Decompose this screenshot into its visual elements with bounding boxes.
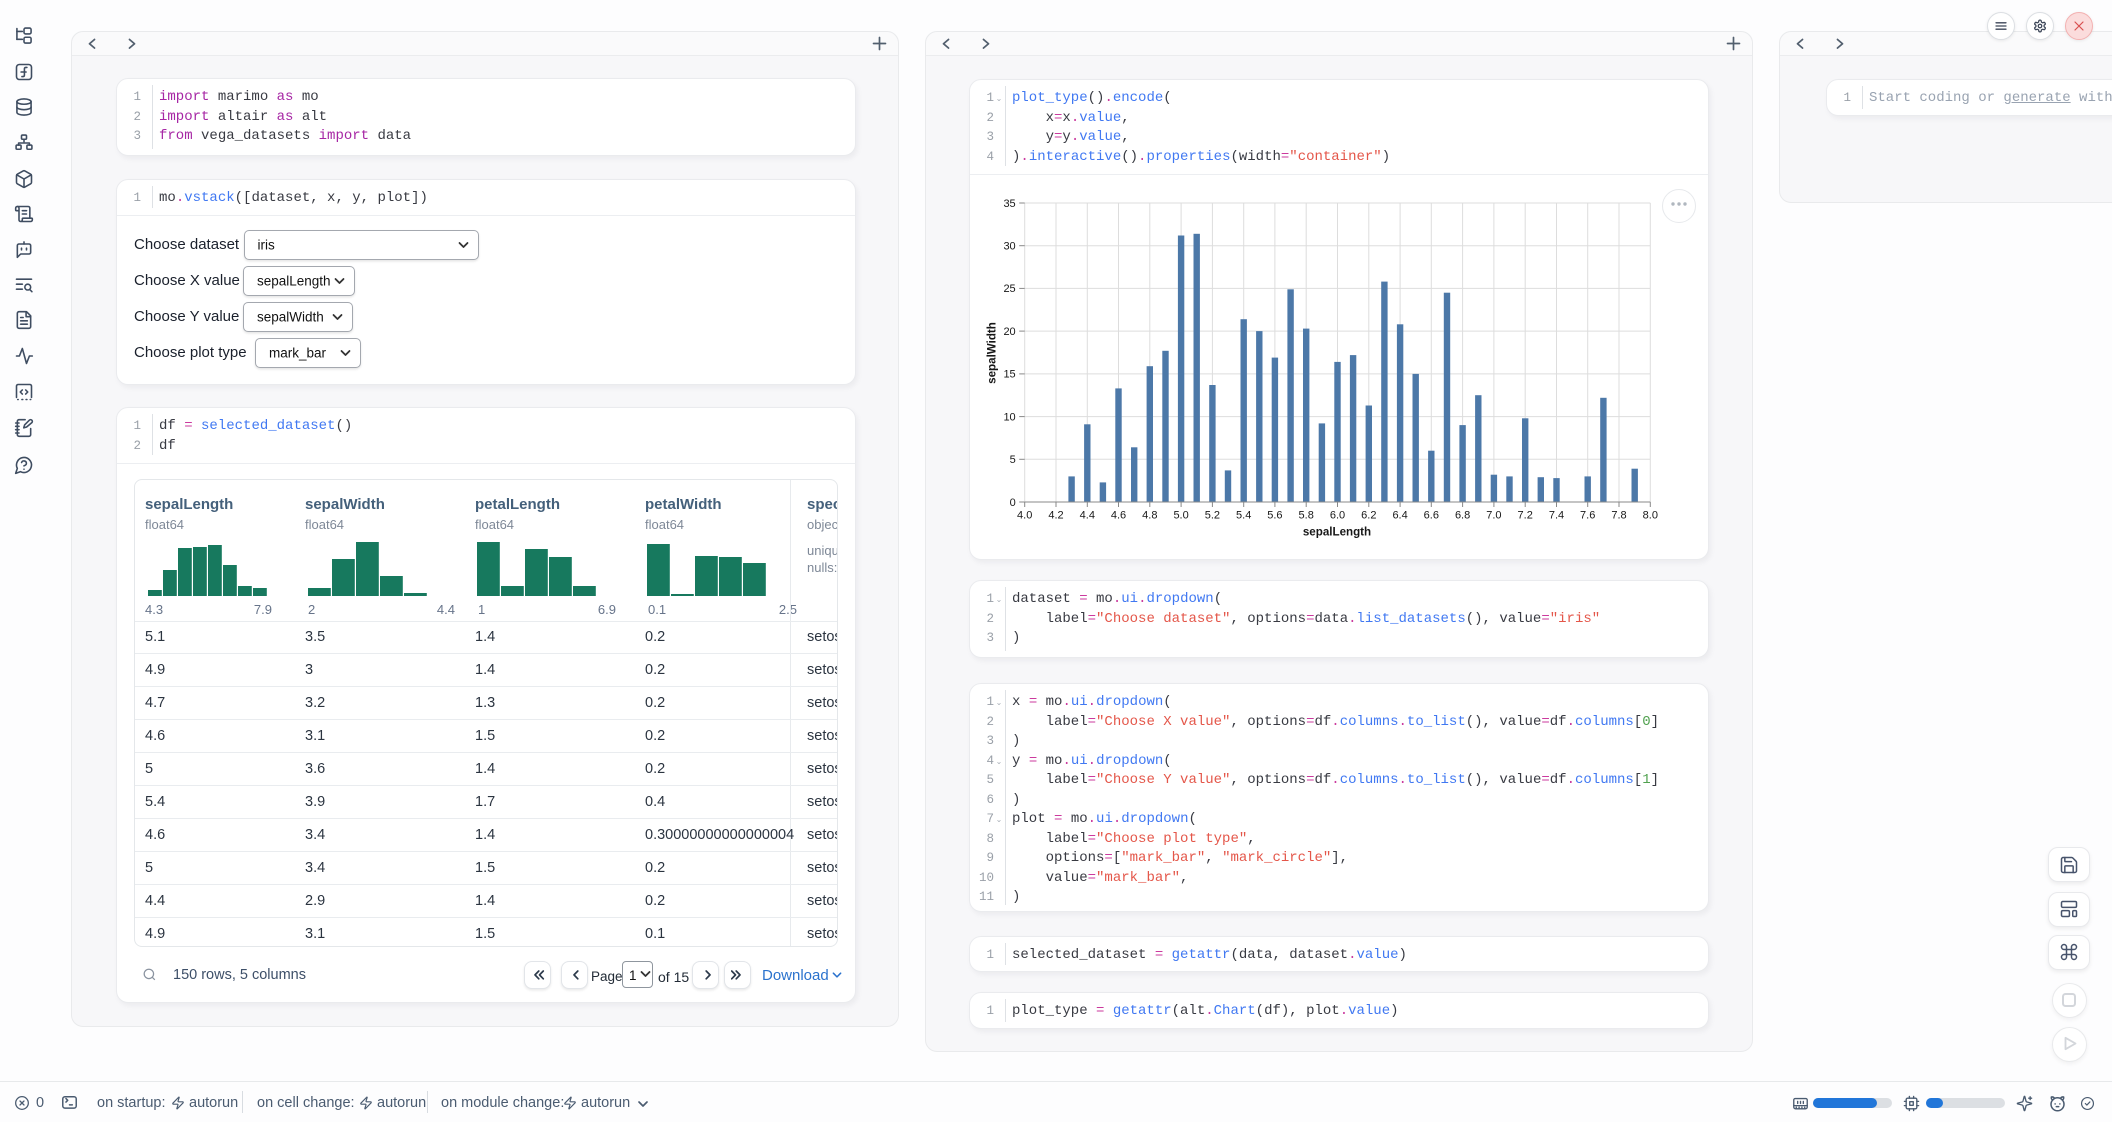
svg-text:sepalWidth: sepalWidth — [986, 322, 999, 384]
svg-text:0: 0 — [1010, 497, 1016, 509]
svg-text:30: 30 — [1003, 241, 1015, 253]
svg-text:6.2: 6.2 — [1361, 510, 1376, 522]
svg-text:20: 20 — [1003, 326, 1015, 338]
svg-text:6.8: 6.8 — [1455, 510, 1470, 522]
svg-text:4.2: 4.2 — [1048, 510, 1063, 522]
svg-text:35: 35 — [1003, 198, 1015, 210]
svg-text:6.4: 6.4 — [1392, 510, 1407, 522]
svg-text:7.6: 7.6 — [1580, 510, 1595, 522]
svg-text:7.2: 7.2 — [1518, 510, 1533, 522]
svg-text:8.0: 8.0 — [1643, 510, 1658, 522]
svg-text:5.2: 5.2 — [1205, 510, 1220, 522]
svg-text:7.4: 7.4 — [1549, 510, 1564, 522]
svg-text:4.8: 4.8 — [1142, 510, 1157, 522]
svg-text:15: 15 — [1003, 369, 1015, 381]
svg-text:10: 10 — [1003, 411, 1015, 423]
svg-text:25: 25 — [1003, 283, 1015, 295]
svg-text:5.4: 5.4 — [1236, 510, 1251, 522]
svg-text:6.6: 6.6 — [1424, 510, 1439, 522]
svg-text:5.6: 5.6 — [1267, 510, 1282, 522]
svg-text:sepalLength: sepalLength — [1303, 526, 1371, 539]
svg-text:5: 5 — [1010, 454, 1016, 466]
svg-text:4.4: 4.4 — [1080, 510, 1095, 522]
svg-text:4.6: 4.6 — [1111, 510, 1126, 522]
svg-text:7.8: 7.8 — [1611, 510, 1626, 522]
svg-text:4.0: 4.0 — [1017, 510, 1032, 522]
svg-text:7.0: 7.0 — [1486, 510, 1501, 522]
svg-text:5.0: 5.0 — [1173, 510, 1188, 522]
svg-text:5.8: 5.8 — [1299, 510, 1314, 522]
svg-text:6.0: 6.0 — [1330, 510, 1345, 522]
